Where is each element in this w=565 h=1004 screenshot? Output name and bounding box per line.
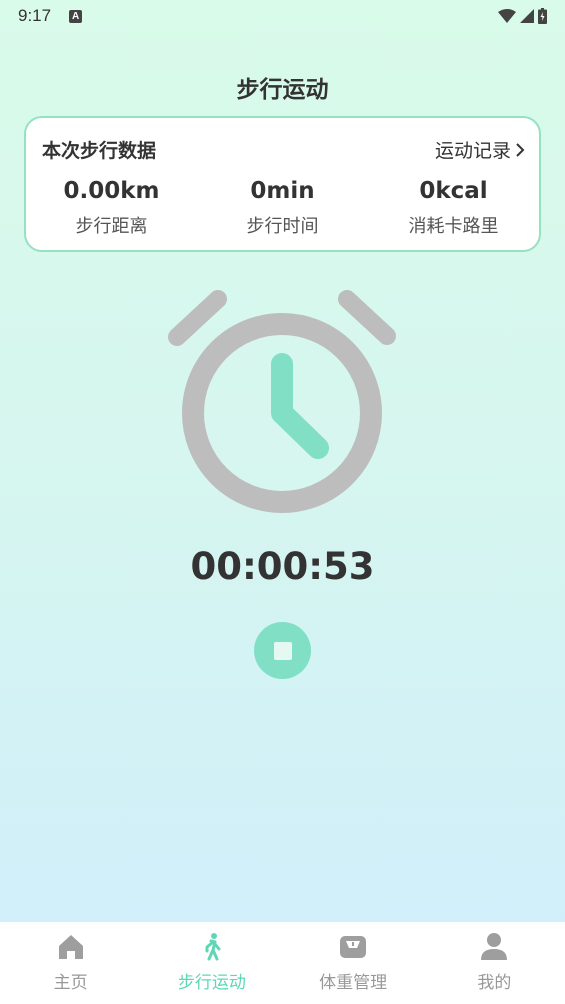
stat-value: 0.00km [63,178,160,204]
tab-label: 我的 [477,973,512,993]
stop-button[interactable] [254,622,311,679]
stat-label: 步行距离 [75,216,148,237]
card-header: 本次步行数据 运动记录 [42,136,525,163]
page-title: 步行运动 [236,77,329,103]
stat-duration: 0min 步行时间 [197,178,368,238]
tab-label: 主页 [53,973,88,993]
tab-walking[interactable]: 步行运动 [141,922,282,1004]
status-icons [498,8,547,24]
scale-icon [340,936,367,958]
tab-home[interactable]: 主页 [0,922,141,1004]
stat-value: 0kcal [419,178,488,204]
card-title: 本次步行数据 [42,140,157,162]
stat-calories: 0kcal 消耗卡路里 [368,178,539,238]
workout-history-label: 运动记录 [434,140,511,162]
person-icon [481,933,508,960]
signal-icon [520,9,534,23]
stop-icon [273,641,292,660]
bottom-tab-bar: 主页 步行运动 体重管理 我的 [0,922,565,1004]
stat-label: 消耗卡路里 [408,216,499,237]
walking-icon [205,933,221,961]
tab-profile[interactable]: 我的 [424,922,565,1004]
alarm-clock-icon [168,290,396,513]
elapsed-timer: 00:00:53 [190,545,375,588]
workout-history-link[interactable]: 运动记录 [435,136,525,163]
wifi-icon [498,9,516,23]
tab-weight[interactable]: 体重管理 [283,922,424,1004]
stat-distance: 0.00km 步行距离 [26,178,197,238]
notification-icon: A [69,9,83,23]
stat-label: 步行时间 [246,216,319,237]
status-time: 9:17 [18,6,52,25]
tab-label: 步行运动 [177,973,246,993]
home-icon [58,935,83,959]
session-stats-card: 本次步行数据 运动记录 0.00km 步行距离 0min 步行时间 0kcal … [24,116,541,252]
stat-value: 0min [250,178,315,204]
chevron-right-icon [516,142,525,157]
battery-icon [538,8,547,24]
stats-row: 0.00km 步行距离 0min 步行时间 0kcal 消耗卡路里 [26,178,539,238]
tab-label: 体重管理 [319,973,388,993]
status-bar: 9:17 A [0,0,565,32]
